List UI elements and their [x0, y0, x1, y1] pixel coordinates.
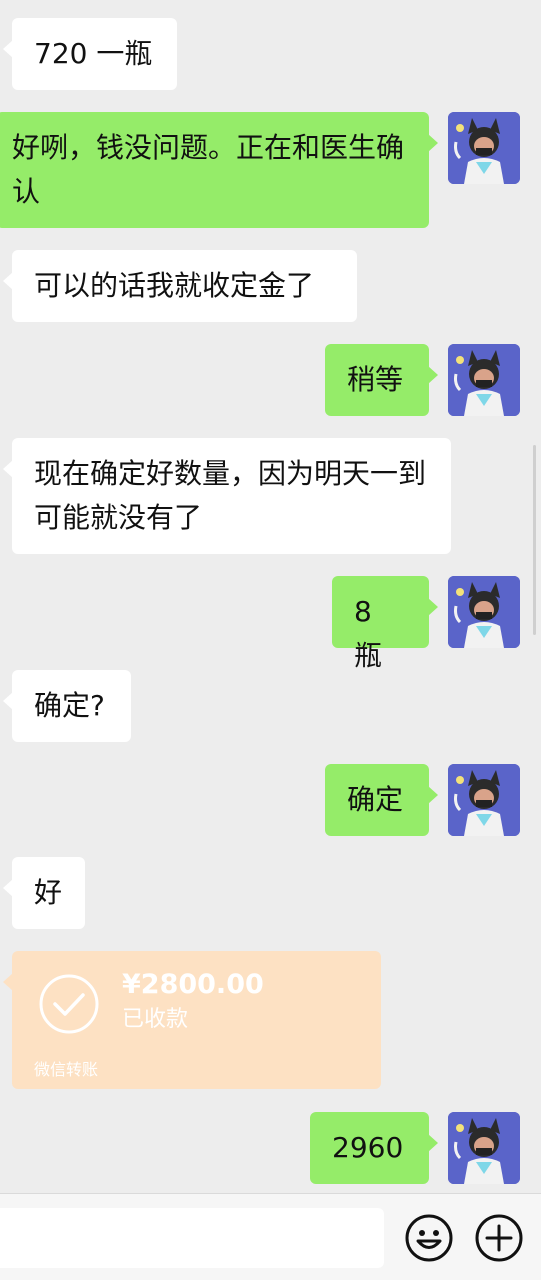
message-input-bar: [0, 1193, 541, 1280]
message-text: 2960: [332, 1131, 404, 1164]
message-bubble-incoming[interactable]: 现在确定好数量，因为明天一到可能就没有了: [3, 438, 451, 554]
message-text: 现在确定好数量，因为明天一到可能就没有了: [34, 457, 427, 534]
message-bubble-incoming[interactable]: 可以的话我就收定金了: [3, 250, 357, 322]
message-bubble-incoming[interactable]: 确定?: [3, 670, 131, 742]
message-bubble-outgoing[interactable]: 8 瓶: [332, 576, 438, 672]
message-bubble-incoming[interactable]: 720 一瓶: [3, 18, 177, 90]
message-bubble-outgoing[interactable]: 稍等: [325, 344, 438, 416]
transfer-label: 微信转账: [34, 1060, 99, 1079]
message-text: 8 瓶: [354, 595, 383, 672]
avatar-icon: [448, 576, 520, 648]
avatar[interactable]: [448, 112, 520, 184]
message-text: 可以的话我就收定金了: [34, 269, 315, 302]
scrollbar[interactable]: [533, 445, 536, 635]
message-text: 好咧，钱没问题。正在和医生确认: [12, 131, 405, 208]
message-bubble-outgoing[interactable]: 2960: [310, 1112, 438, 1184]
message-bubble-incoming[interactable]: 好: [3, 857, 85, 929]
message-bubble-outgoing[interactable]: 好咧，钱没问题。正在和医生确认: [0, 112, 438, 228]
avatar[interactable]: [448, 576, 520, 648]
avatar[interactable]: [448, 1112, 520, 1184]
transfer-amount: ¥2800.00: [122, 969, 264, 1000]
message-text: 720 一瓶: [34, 37, 153, 70]
wechat-transfer-card[interactable]: ¥2800.00 已收款 微信转账: [3, 951, 381, 1089]
avatar[interactable]: [448, 764, 520, 836]
avatar-icon: [448, 112, 520, 184]
message-text: 确定?: [34, 689, 105, 722]
avatar[interactable]: [448, 344, 520, 416]
message-text: 好: [34, 876, 63, 909]
plus-icon[interactable]: [473, 1212, 525, 1264]
check-circle-icon: [39, 974, 99, 1034]
avatar-icon: [448, 344, 520, 416]
message-text: 稍等: [347, 363, 404, 396]
avatar-icon: [448, 1112, 520, 1184]
transfer-status: 已收款: [122, 1007, 189, 1032]
message-bubble-outgoing[interactable]: 确定: [325, 764, 438, 836]
emoji-icon[interactable]: [403, 1212, 455, 1264]
avatar-icon: [448, 764, 520, 836]
message-text: 确定: [347, 783, 404, 816]
message-input[interactable]: [0, 1208, 384, 1268]
